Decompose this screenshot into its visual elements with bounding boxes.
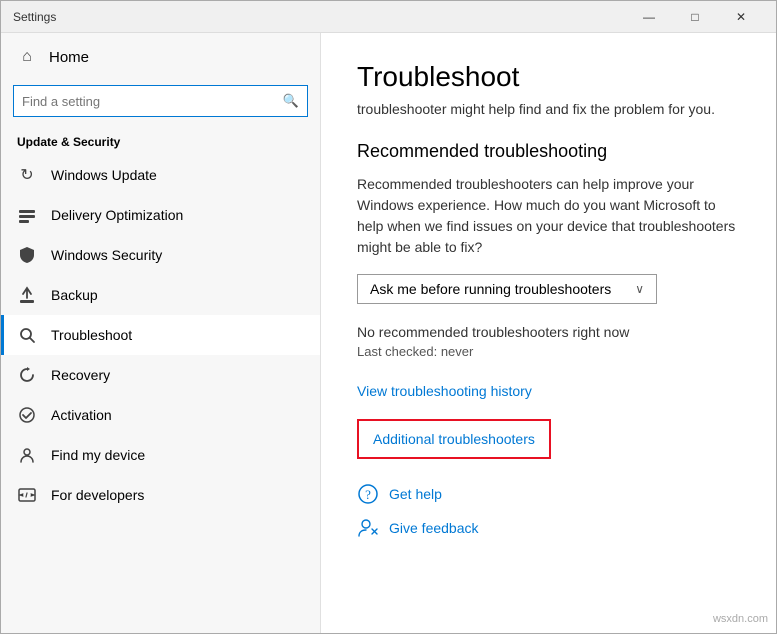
sidebar-item-recovery[interactable]: Recovery [1, 355, 320, 395]
sidebar-item-for-developers[interactable]: For developers [1, 475, 320, 515]
sidebar-item-troubleshoot[interactable]: Troubleshoot [1, 315, 320, 355]
search-icon: 🔍 [283, 93, 299, 109]
page-title: Troubleshoot [357, 61, 740, 93]
give-feedback-icon [357, 517, 379, 539]
delivery-optimization-icon [17, 205, 37, 225]
sidebar-item-label: Windows Update [51, 167, 157, 183]
windows-security-icon [17, 245, 37, 265]
home-icon: ⌂ [17, 47, 37, 67]
backup-icon [17, 285, 37, 305]
additional-troubleshooters-box[interactable]: Additional troubleshooters [357, 419, 551, 459]
for-developers-icon [17, 485, 37, 505]
find-my-device-icon [17, 445, 37, 465]
last-checked-text: Last checked: never [357, 344, 740, 359]
sidebar: ⌂ Home 🔍 Update & Security ↻ Windows Upd… [1, 33, 321, 633]
sidebar-item-label: For developers [51, 487, 144, 503]
sidebar-item-label: Activation [51, 407, 112, 423]
sidebar-item-label: Find my device [51, 447, 145, 463]
sidebar-item-label: Windows Security [51, 247, 162, 263]
chevron-down-icon: ∨ [635, 282, 644, 296]
sidebar-item-windows-update[interactable]: ↻ Windows Update [1, 155, 320, 195]
troubleshoot-icon [17, 325, 37, 345]
give-feedback-item: Give feedback [357, 517, 740, 539]
get-help-icon: ? [357, 483, 379, 505]
give-feedback-link[interactable]: Give feedback [389, 520, 479, 536]
activation-icon [17, 405, 37, 425]
home-label: Home [49, 49, 89, 66]
svg-text:?: ? [365, 487, 371, 502]
content-area: ⌂ Home 🔍 Update & Security ↻ Windows Upd… [1, 33, 776, 633]
sidebar-item-find-my-device[interactable]: Find my device [1, 435, 320, 475]
sidebar-item-label: Troubleshoot [51, 327, 132, 343]
sidebar-item-label: Recovery [51, 367, 110, 383]
window-controls: — □ ✕ [626, 1, 764, 33]
intro-text: troubleshooter might help find and fix t… [357, 101, 740, 117]
window-title: Settings [13, 10, 626, 24]
get-help-item: ? Get help [357, 483, 740, 505]
sidebar-item-home[interactable]: ⌂ Home [1, 33, 320, 81]
no-troubleshooters-text: No recommended troubleshooters right now [357, 324, 740, 340]
close-button[interactable]: ✕ [718, 1, 764, 33]
sidebar-item-delivery-optimization[interactable]: Delivery Optimization [1, 195, 320, 235]
sidebar-item-windows-security[interactable]: Windows Security [1, 235, 320, 275]
titlebar: Settings — □ ✕ [1, 1, 776, 33]
dropdown-label: Ask me before running troubleshooters [370, 281, 611, 297]
search-box[interactable]: 🔍 [13, 85, 308, 117]
maximize-button[interactable]: □ [672, 1, 718, 33]
view-troubleshooting-history-link[interactable]: View troubleshooting history [357, 383, 532, 399]
sidebar-section-title: Update & Security [1, 129, 320, 155]
sidebar-item-activation[interactable]: Activation [1, 395, 320, 435]
sidebar-item-label: Delivery Optimization [51, 207, 183, 223]
sidebar-item-label: Backup [51, 287, 98, 303]
additional-troubleshooters-link[interactable]: Additional troubleshooters [373, 431, 535, 447]
search-input[interactable] [22, 94, 283, 109]
get-help-link[interactable]: Get help [389, 486, 442, 502]
recommended-section-title: Recommended troubleshooting [357, 141, 740, 162]
windows-update-icon: ↻ [17, 165, 37, 185]
minimize-button[interactable]: — [626, 1, 672, 33]
watermark: wsxdn.com [713, 613, 768, 625]
main-content: Troubleshoot troubleshooter might help f… [321, 33, 776, 633]
recovery-icon [17, 365, 37, 385]
settings-window: Settings — □ ✕ ⌂ Home 🔍 Update & Securit… [0, 0, 777, 634]
troubleshooter-dropdown[interactable]: Ask me before running troubleshooters ∨ [357, 274, 657, 304]
sidebar-item-backup[interactable]: Backup [1, 275, 320, 315]
section-description: Recommended troubleshooters can help imp… [357, 174, 740, 258]
